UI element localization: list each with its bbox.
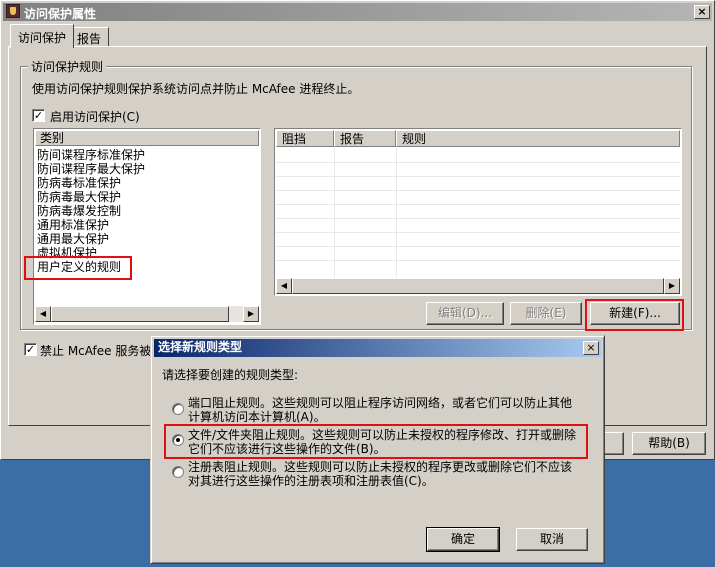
dialog-titlebar: 选择新规则类型 × (154, 339, 601, 357)
option-line: 注册表阻止规则。这些规则可以防止未授权的程序更改或删除它们不应该 (188, 460, 573, 474)
tab-report[interactable]: 报告 (69, 27, 110, 47)
delete-rule-button[interactable]: 删除(E) (510, 302, 582, 325)
scroll-thumb[interactable] (51, 306, 229, 322)
grid-divider (334, 147, 335, 277)
port-blocking-label[interactable]: 端口阻止规则。这些规则可以阻止程序访问网络，或者它们可以防止其他 计算机访问本计… (188, 396, 588, 424)
option-line: 它们不应该进行这些操作的文件(B)。 (188, 442, 386, 456)
grid-divider (276, 246, 680, 247)
ok-button[interactable]: 确定 (426, 527, 500, 552)
file-folder-blocking-label[interactable]: 文件/文件夹阻止规则。这些规则可以防止未授权的程序修改、打开或删除 它们不应该进… (188, 428, 588, 456)
edit-rule-button[interactable]: 编辑(D)... (426, 302, 504, 325)
column-header-report[interactable]: 报告 (334, 130, 396, 147)
category-column-header[interactable]: 类别 (35, 130, 259, 146)
scroll-right-icon[interactable]: ▶ (243, 306, 259, 322)
option-line: 端口阻止规则。这些规则可以阻止程序访问网络，或者它们可以防止其他 (188, 396, 573, 410)
grid-divider (276, 204, 680, 205)
port-blocking-radio[interactable] (172, 403, 184, 415)
scroll-left-icon[interactable]: ◀ (35, 306, 51, 322)
prevent-service-stop-checkbox[interactable]: ✓ (24, 343, 37, 356)
list-item[interactable]: 防间谍程序最大保护 (37, 162, 145, 176)
registry-blocking-label[interactable]: 注册表阻止规则。这些规则可以防止未授权的程序更改或删除它们不应该 对其进行这些操… (188, 460, 588, 488)
new-rule-button[interactable]: 新建(F)... (590, 302, 680, 325)
grid-divider (396, 147, 397, 277)
dialog-prompt: 请选择要创建的规则类型: (162, 368, 299, 382)
category-listbox[interactable]: 类别 防间谍程序标准保护 防间谍程序最大保护 防病毒标准保护 防病毒最大保护 防… (33, 128, 261, 325)
list-item[interactable]: 通用标准保护 (37, 218, 109, 232)
column-header-rule[interactable]: 规则 (396, 130, 680, 147)
grid-divider (276, 218, 680, 219)
dialog-close-button[interactable]: × (583, 341, 599, 355)
mcafee-shield-icon (6, 4, 20, 18)
list-item[interactable]: 防病毒爆发控制 (37, 204, 121, 218)
registry-blocking-radio[interactable] (172, 466, 184, 478)
rules-table[interactable]: 阻挡 报告 规则 ◀ ▶ (274, 128, 682, 296)
dialog-title: 选择新规则类型 (158, 340, 243, 354)
list-item-selected[interactable]: 用户定义的规则 (37, 260, 121, 274)
column-header-block[interactable]: 阻挡 (276, 130, 334, 147)
file-folder-blocking-radio[interactable] (172, 434, 184, 446)
scroll-left-icon[interactable]: ◀ (276, 278, 292, 294)
group-label: 访问保护规则 (28, 58, 107, 75)
option-line: 计算机访问本计算机(A)。 (188, 410, 326, 424)
enable-access-protection-checkbox[interactable]: ✓ (32, 109, 45, 122)
enable-access-protection-label[interactable]: 启用访问保护(C) (50, 108, 140, 125)
category-hscrollbar[interactable]: ◀ ▶ (35, 306, 259, 322)
tab-access-protection[interactable]: 访问保护 (10, 24, 75, 48)
list-item[interactable]: 虚拟机保护 (37, 246, 97, 260)
list-item[interactable]: 防间谍程序标准保护 (37, 148, 145, 162)
scroll-thumb[interactable] (292, 278, 664, 294)
window-titlebar: 访问保护属性 × (3, 3, 712, 21)
option-line: 文件/文件夹阻止规则。这些规则可以防止未授权的程序修改、打开或删除 (188, 428, 577, 442)
group-description: 使用访问保护规则保护系统访问点并防止 McAfee 进程终止。 (32, 82, 360, 96)
prevent-service-stop-label[interactable]: 禁止 McAfee 服务被停 (40, 342, 152, 359)
scroll-right-icon[interactable]: ▶ (664, 278, 680, 294)
list-item[interactable]: 防病毒标准保护 (37, 176, 121, 190)
grid-divider (276, 260, 680, 261)
grid-divider (276, 176, 680, 177)
grid-divider (276, 232, 680, 233)
rules-hscrollbar[interactable]: ◀ ▶ (276, 278, 680, 294)
list-item[interactable]: 通用最大保护 (37, 232, 109, 246)
window-close-button[interactable]: × (694, 5, 710, 19)
grid-divider (276, 190, 680, 191)
cancel-button[interactable]: 取消 (516, 528, 588, 551)
option-line: 对其进行这些操作的注册表项和注册表值(C)。 (188, 474, 434, 488)
help-button[interactable]: 帮助(B) (632, 432, 706, 455)
list-item[interactable]: 防病毒最大保护 (37, 190, 121, 204)
grid-divider (276, 162, 680, 163)
window-title: 访问保护属性 (24, 7, 97, 21)
